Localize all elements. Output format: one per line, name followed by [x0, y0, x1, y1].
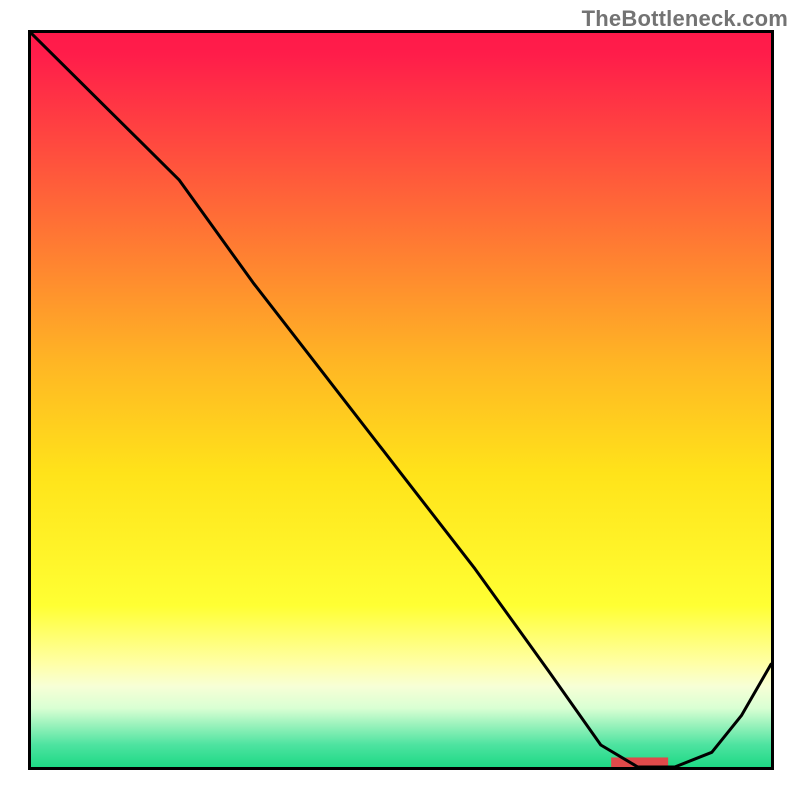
chart-frame: TheBottleneck.com [0, 0, 800, 800]
watermark-text: TheBottleneck.com [582, 6, 788, 32]
plot-area [28, 30, 774, 770]
plot-svg [31, 33, 771, 767]
